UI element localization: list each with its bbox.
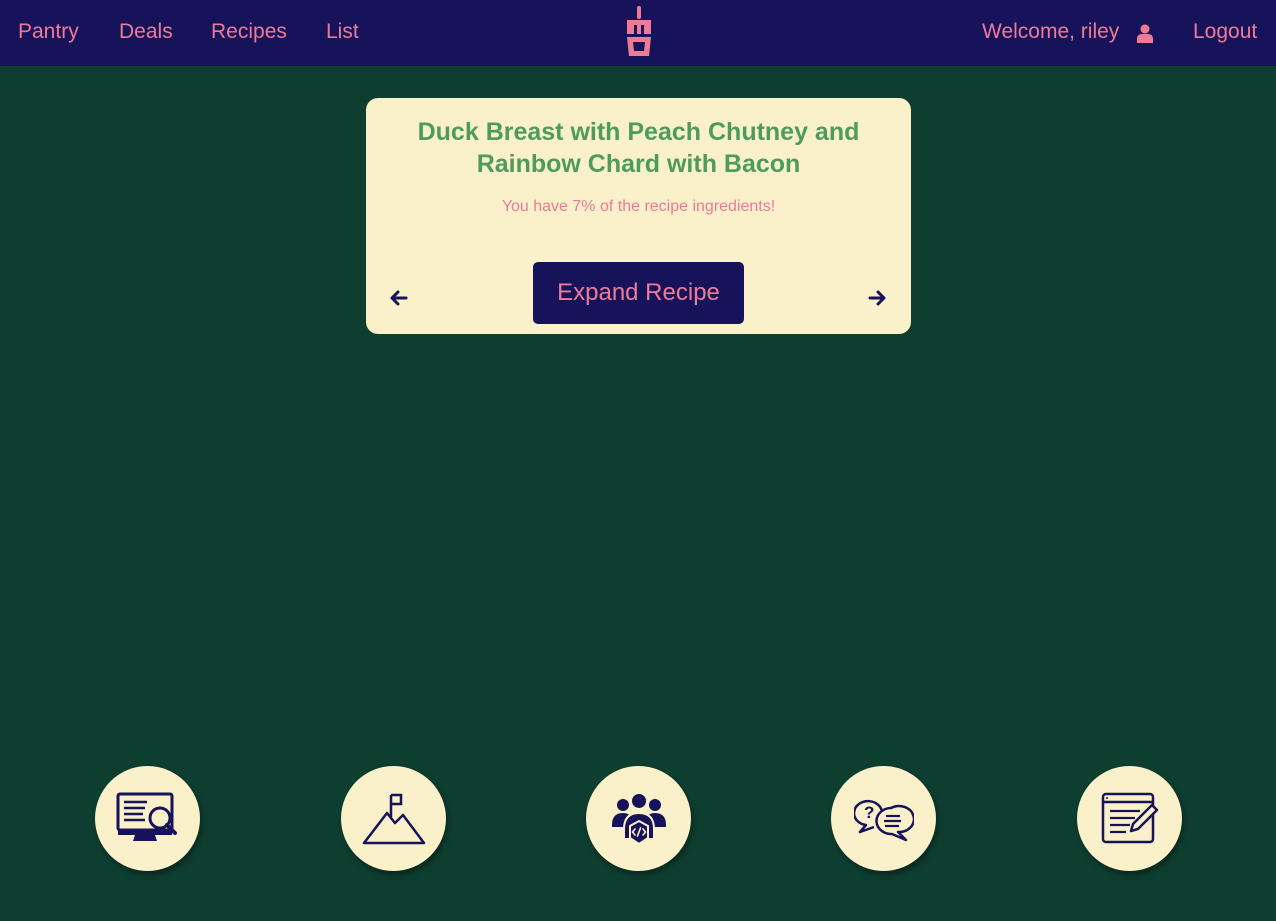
notepad-edit-icon <box>1101 792 1158 843</box>
nav-link-deals[interactable]: Deals <box>119 18 173 46</box>
footer-notepad-edit-button[interactable] <box>1077 766 1182 871</box>
user-icon[interactable] <box>1136 24 1154 43</box>
footer-computer-search-button[interactable] <box>95 766 200 871</box>
footer-mountain-flag-button[interactable] <box>341 766 446 871</box>
computer-search-icon <box>116 792 177 841</box>
welcome-text: Welcome, riley <box>982 20 1120 43</box>
nav-link-pantry[interactable]: Pantry <box>18 18 79 46</box>
expand-recipe-button[interactable]: Expand Recipe <box>533 262 744 324</box>
svg-text:?: ? <box>864 803 874 822</box>
smoothie-cup-logo-icon[interactable] <box>624 6 654 58</box>
mountain-flag-icon <box>362 793 425 844</box>
nav-link-recipes[interactable]: Recipes <box>211 18 287 46</box>
developer-team-icon <box>611 791 666 845</box>
recipe-title: Duck Breast with Peach Chutney and Rainb… <box>386 116 891 180</box>
ingredient-percentage-note: You have 7% of the recipe ingredients! <box>501 198 776 215</box>
arrow-left-icon[interactable] <box>390 289 408 307</box>
logout-link[interactable]: Logout <box>1193 18 1257 46</box>
arrow-right-icon[interactable] <box>868 289 886 307</box>
recipe-title-line-1: Duck Breast with Peach Chutney and <box>417 118 860 146</box>
footer-chat-question-button[interactable]: ? <box>831 766 936 871</box>
recipe-card: Duck Breast with Peach Chutney and Rainb… <box>366 98 911 334</box>
footer-developer-team-button[interactable] <box>586 766 691 871</box>
chat-question-icon: ? <box>853 799 914 841</box>
nav-link-list[interactable]: List <box>326 18 359 46</box>
top-navigation-bar: Pantry Deals Recipes List Welcome, riley… <box>0 0 1276 66</box>
recipe-title-line-2: Rainbow Chard with Bacon <box>476 150 801 178</box>
